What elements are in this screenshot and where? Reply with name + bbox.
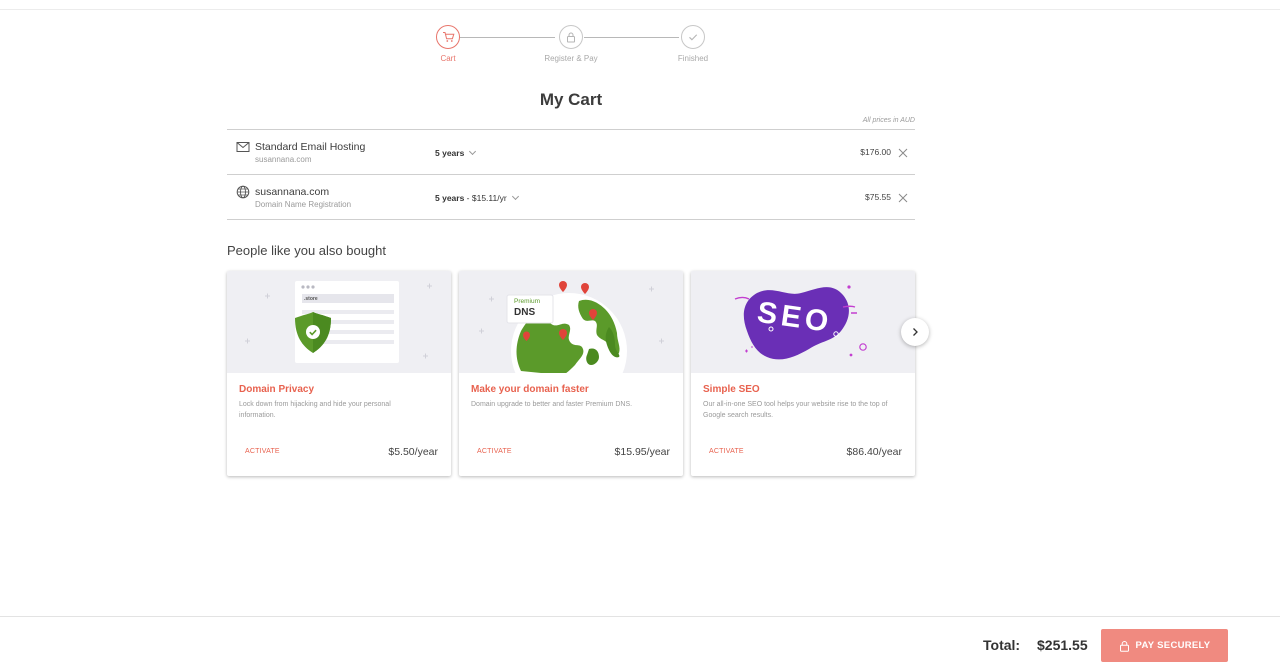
activate-button[interactable]: ACTIVATE (709, 448, 744, 455)
step-label: Register & Pay (544, 54, 598, 63)
card-price: $15.95/year (614, 446, 670, 458)
premium-tag: Premium (514, 298, 541, 305)
chevron-down-icon (511, 192, 519, 201)
card-title: Make your domain faster (471, 384, 589, 395)
step-finished[interactable]: Finished (653, 25, 733, 63)
close-icon (898, 193, 908, 203)
cart-item-name: susannana.com (255, 186, 330, 198)
cart-icon (436, 25, 460, 49)
term-select[interactable]: 5 years (435, 147, 477, 158)
cart-item: susannana.com Domain Name Registration 5… (227, 175, 915, 220)
cart-item-price: $176.00 (860, 147, 891, 157)
remove-item-button[interactable] (897, 191, 909, 203)
step-cart[interactable]: Cart (408, 25, 488, 63)
card-description: Lock down from hijacking and hide your p… (239, 401, 391, 419)
step-register-pay[interactable]: Register & Pay (531, 25, 611, 63)
term-extra: - $15.11/yr (464, 193, 507, 203)
page-title: My Cart (539, 90, 603, 109)
lock-icon (559, 25, 583, 49)
remove-item-button[interactable] (897, 146, 909, 158)
upsell-heading: People like you also bought (227, 243, 387, 258)
activate-button[interactable]: ACTIVATE (245, 448, 280, 455)
price-note: All prices in AUD (862, 117, 915, 124)
card-title: Simple SEO (703, 384, 760, 395)
card-description: Our all-in-one SEO tool helps your websi… (703, 401, 888, 419)
step-label: Finished (677, 54, 709, 63)
card-price: $5.50/year (388, 446, 438, 458)
cart-item-price: $75.55 (865, 192, 891, 202)
checkout-footer: Total: $251.55 PAY SECURELY (0, 616, 1280, 666)
term-value: 5 years (435, 148, 465, 158)
term-value: 5 years (435, 193, 465, 203)
globe-icon (236, 185, 250, 199)
check-icon (681, 25, 705, 49)
dns-illustration: Premium DNS (459, 271, 683, 373)
lock-icon (1119, 640, 1129, 652)
dns-tag: DNS (514, 307, 536, 318)
pay-securely-button[interactable]: PAY SECURELY (1101, 629, 1228, 662)
activate-button[interactable]: ACTIVATE (477, 448, 512, 455)
store-tag: .store (304, 296, 318, 302)
cart-item-sub: Domain Name Registration (255, 200, 352, 209)
envelope-icon (236, 140, 250, 154)
pay-button-label: PAY SECURELY (1135, 640, 1211, 651)
cart-item: Standard Email Hosting susannana.com 5 y… (227, 130, 915, 175)
upsell-card-domain-privacy: .store Domain Privacy Lock down from hij… (227, 271, 451, 476)
checkout-stepper: Cart Register & Pay Finished (430, 25, 720, 65)
card-price: $86.40/year (846, 446, 902, 458)
chevron-down-icon (469, 147, 477, 156)
upsell-card-premium-dns: Premium DNS Make your domain faster Doma… (459, 271, 683, 476)
top-divider (0, 9, 1280, 10)
upsell-card-simple-seo: SEO Simple SEO Our all-in-one SEO tool h… (691, 271, 915, 476)
carousel-next-button[interactable] (901, 318, 929, 346)
cart-item-name: Standard Email Hosting (255, 141, 366, 153)
card-title: Domain Privacy (239, 384, 315, 395)
cart-item-sub: susannana.com (255, 155, 312, 164)
seo-illustration: SEO (691, 271, 915, 373)
cart-list: Standard Email Hosting susannana.com 5 y… (227, 129, 915, 220)
term-select[interactable]: 5 years - $15.11/yr (435, 192, 519, 203)
total-label: Total: (983, 637, 1021, 653)
privacy-illustration: .store (227, 271, 451, 373)
total-value: $251.55 (1037, 637, 1088, 653)
step-label: Cart (440, 54, 456, 63)
card-description: Domain upgrade to better and faster Prem… (471, 401, 633, 408)
chevron-right-icon (913, 328, 918, 336)
close-icon (898, 148, 908, 158)
